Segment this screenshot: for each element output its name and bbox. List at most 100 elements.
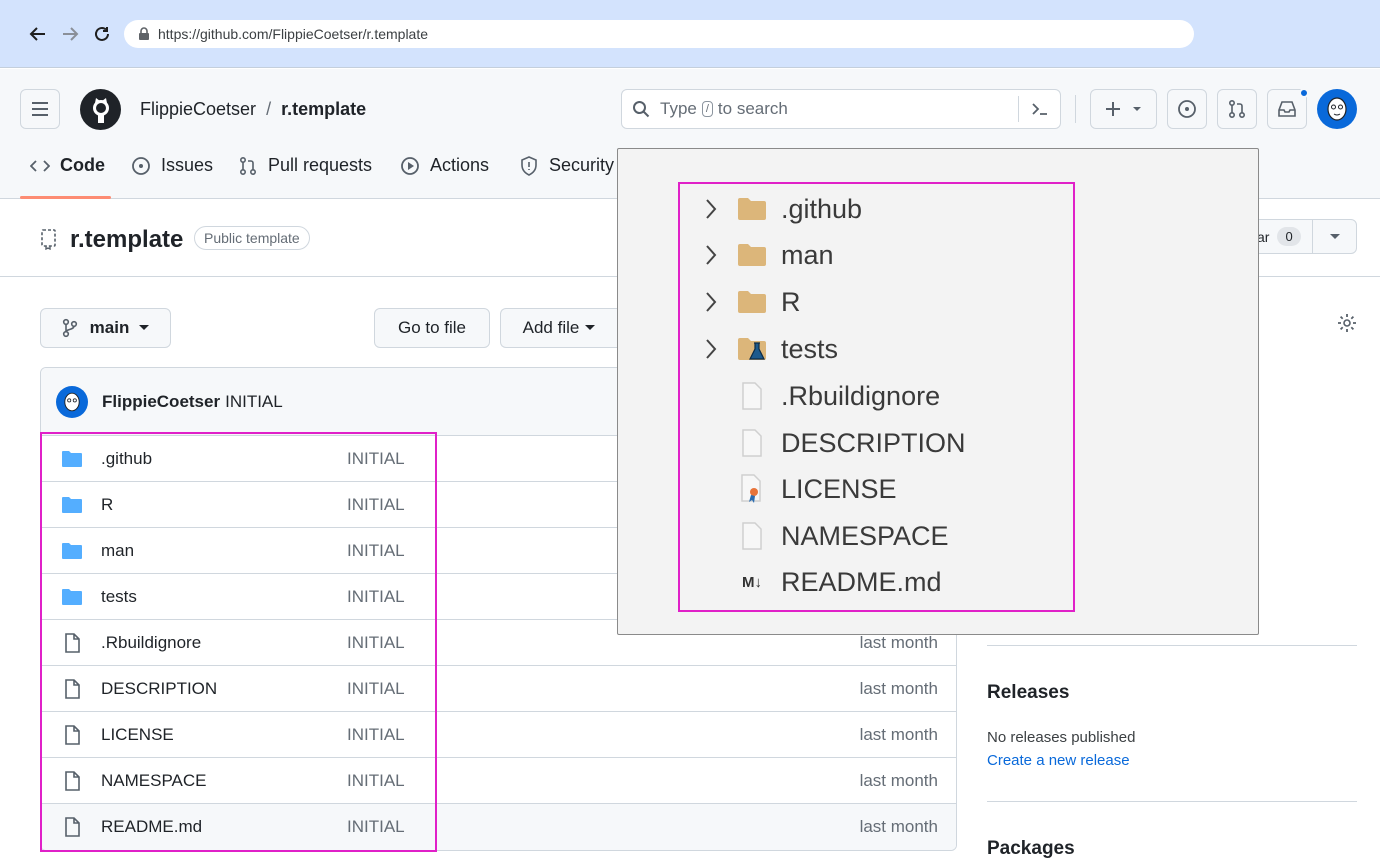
user-avatar-icon (64, 392, 80, 411)
folder-icon (737, 287, 767, 317)
notification-dot (1299, 88, 1309, 98)
tree-item[interactable]: DESCRIPTION (700, 423, 966, 463)
license-icon (737, 474, 767, 504)
lock-icon (138, 27, 150, 41)
tab-pull-requests[interactable]: Pull requests (238, 155, 372, 176)
gear-icon[interactable] (1337, 313, 1357, 338)
file-date: last month (859, 771, 938, 790)
hamburger-icon (32, 102, 48, 116)
packages-heading[interactable]: Packages (987, 838, 1075, 860)
go-to-file-button[interactable]: Go to file (374, 308, 490, 348)
command-palette-icon[interactable] (1018, 96, 1060, 122)
code-icon (30, 159, 50, 172)
caret-down-icon (1329, 233, 1340, 239)
chevron-right-icon[interactable] (700, 338, 722, 360)
tree-item-label: .Rbuildignore (781, 380, 941, 411)
owner-link[interactable]: FlippieCoetser (140, 99, 256, 120)
file-icon (737, 428, 767, 458)
pull-request-icon (1228, 99, 1246, 119)
template-repo-icon (40, 228, 58, 255)
tree-item-label: LICENSE (781, 473, 897, 504)
tree-item-label: .github (781, 193, 863, 224)
file-date: last month (859, 679, 938, 698)
back-arrow-icon (29, 27, 45, 41)
tree-item[interactable]: .github (700, 189, 862, 229)
play-icon (401, 156, 419, 175)
tab-security-label: Security (549, 155, 615, 175)
file-icon (737, 521, 767, 551)
chevron-right-icon[interactable] (700, 244, 722, 266)
tree-item-label: man (781, 239, 834, 270)
search-placeholder-prefix: Type (660, 99, 697, 118)
search-input[interactable]: Type / to search (621, 89, 1061, 129)
repo-name[interactable]: r.template (70, 226, 183, 254)
tab-security[interactable]: Security (519, 155, 614, 176)
releases-heading[interactable]: Releases (987, 682, 1069, 704)
pull-requests-button[interactable] (1217, 89, 1257, 129)
menu-button[interactable] (20, 89, 60, 129)
branch-icon (62, 318, 77, 338)
tree-item-label: DESCRIPTION (781, 427, 966, 458)
back-button[interactable] (24, 20, 52, 48)
reload-icon (95, 26, 109, 41)
repo-link[interactable]: r.template (281, 99, 366, 120)
tree-item[interactable]: .Rbuildignore (700, 376, 940, 416)
tab-issues[interactable]: Issues (131, 155, 213, 176)
caret-down-icon (585, 325, 596, 330)
file-date: last month (859, 725, 938, 744)
search-placeholder-suffix: to search (717, 99, 788, 118)
tree-item[interactable]: man (700, 235, 834, 275)
tree-item-label: tests (781, 333, 839, 364)
tab-actions-label: Actions (430, 155, 490, 175)
tab-code[interactable]: Code (30, 155, 105, 176)
tab-actions[interactable]: Actions (400, 155, 489, 176)
search-shortcut-key: / (701, 101, 713, 117)
visibility-badge: Public template (194, 226, 310, 250)
add-file-button[interactable]: Add file (500, 308, 617, 348)
star-dropdown-button[interactable] (1312, 220, 1356, 253)
commit-message[interactable]: INITIAL (225, 392, 283, 412)
create-new-button[interactable] (1090, 89, 1157, 129)
tree-item[interactable]: tests (700, 329, 838, 369)
forward-button[interactable] (56, 20, 84, 48)
test-folder-icon (737, 334, 767, 364)
go-to-file-label: Go to file (397, 318, 467, 337)
tree-item[interactable]: R (700, 282, 801, 322)
markdown-icon: M↓ (742, 573, 762, 591)
browser-toolbar: https://github.com/FlippieCoetser/r.temp… (0, 0, 1380, 68)
chevron-right-icon[interactable] (700, 198, 722, 220)
avatar[interactable] (56, 385, 88, 418)
avatar[interactable] (1317, 89, 1357, 129)
chevron-right-icon[interactable] (700, 291, 722, 313)
tree-item-label: NAMESPACE (781, 520, 949, 551)
tree-item[interactable]: LICENSE (700, 469, 897, 509)
no-releases-text: No releases published (987, 729, 1136, 746)
create-release-link[interactable]: Create a new release (987, 752, 1130, 769)
tree-item[interactable]: M↓ README.md (700, 562, 942, 602)
breadcrumb: FlippieCoetser / r.template (140, 99, 366, 120)
tree-item-label: R (781, 286, 801, 317)
caret-down-icon (139, 325, 150, 330)
breadcrumb-separator: / (266, 99, 272, 119)
url-text: https://github.com/FlippieCoetser/r.temp… (158, 26, 429, 42)
tab-code-label: Code (60, 155, 105, 175)
sidebar-divider (987, 645, 1357, 646)
user-avatar-icon (1327, 97, 1347, 121)
inbox-icon (1278, 101, 1296, 117)
shield-icon (521, 155, 537, 176)
reload-button[interactable] (88, 20, 116, 48)
tree-item-label: README.md (781, 566, 942, 597)
add-file-label: Add file (522, 318, 580, 337)
tab-pull-requests-label: Pull requests (268, 155, 373, 175)
search-icon (633, 101, 650, 118)
commit-author[interactable]: FlippieCoetser (102, 392, 220, 412)
tree-item[interactable]: NAMESPACE (700, 516, 949, 556)
github-logo-icon[interactable] (80, 89, 121, 130)
branch-selector[interactable]: main (40, 308, 171, 348)
issue-icon (132, 156, 150, 175)
file-date: last month (859, 817, 938, 836)
branch-name: main (89, 318, 130, 337)
plus-dropdown-icon (1105, 102, 1141, 116)
address-bar[interactable]: https://github.com/FlippieCoetser/r.temp… (124, 20, 1194, 48)
issues-button[interactable] (1167, 89, 1207, 129)
